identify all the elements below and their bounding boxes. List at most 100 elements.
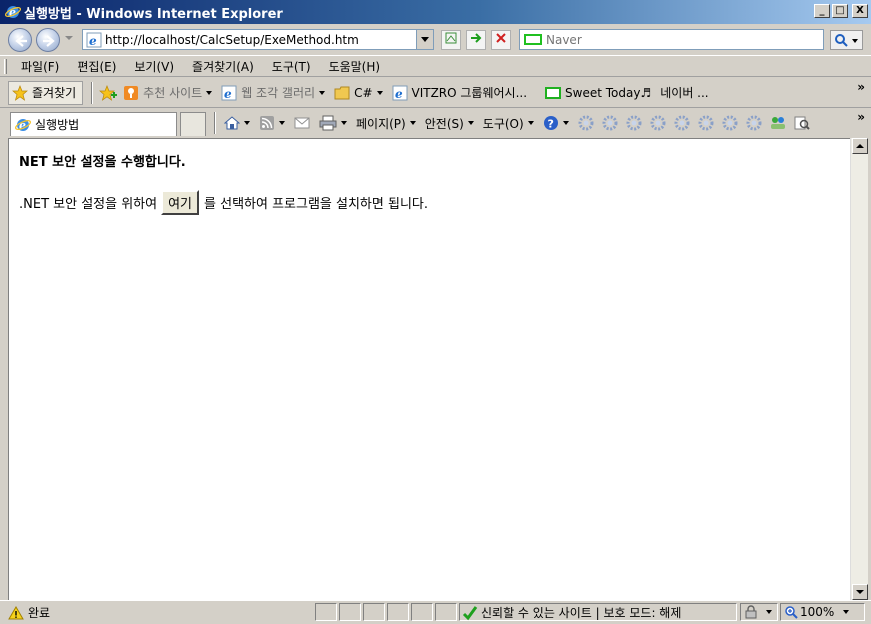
toolbar-grip — [4, 59, 7, 74]
instruction-line: .NET 보안 설정을 위하여 여기 를 선택하여 프로그램을 설치하면 됩니다… — [19, 190, 428, 215]
tab-active[interactable]: e 실행방법 — [10, 112, 177, 136]
favorites-label: 즐겨찾기 — [32, 86, 77, 100]
favorites-button[interactable]: 즐겨찾기 — [8, 80, 84, 105]
title-bar: e 실행방법 - Windows Internet Explorer _ □ X — [0, 0, 871, 24]
compatibility-view-button[interactable] — [441, 30, 461, 50]
stop-button[interactable] — [491, 30, 511, 50]
menu-favorites[interactable]: 즐겨찾기(A) — [183, 58, 263, 75]
printer-icon — [319, 115, 337, 131]
svg-text:?: ? — [547, 118, 553, 131]
menu-tools[interactable]: 도구(T) — [263, 58, 320, 75]
install-here-button[interactable]: 여기 — [161, 190, 200, 215]
add-favorite-icon[interactable] — [99, 84, 118, 101]
search-options-dropdown-icon[interactable] — [852, 39, 858, 43]
new-tab-button[interactable] — [180, 112, 206, 136]
url-input[interactable] — [105, 32, 405, 47]
search-box[interactable] — [519, 29, 824, 50]
gear-icon[interactable] — [650, 115, 666, 131]
page-heading: NET 보안 설정을 수행합니다. — [19, 155, 186, 170]
zoom-control[interactable]: 100% — [780, 603, 865, 621]
fav-suggested-sites[interactable]: 추천 사이트 — [123, 84, 213, 101]
address-row: e — [0, 24, 871, 55]
search-input[interactable] — [546, 32, 816, 47]
status-cell — [435, 603, 457, 621]
gear-icon[interactable] — [626, 115, 642, 131]
menu-help[interactable]: 도움말(H) — [320, 58, 390, 75]
gear-icon[interactable] — [746, 115, 762, 131]
favorites-overflow-chevron[interactable]: » — [857, 80, 865, 94]
zoom-level: 100% — [800, 605, 835, 619]
fav-vitzro[interactable]: e VITZRO 그룹웨어시... — [392, 84, 527, 101]
status-cell — [387, 603, 409, 621]
menu-edit[interactable]: 편집(E) — [68, 58, 125, 75]
status-cell — [411, 603, 433, 621]
ie-logo-icon: e — [5, 6, 21, 19]
go-button[interactable] — [466, 30, 486, 50]
separator — [91, 81, 94, 104]
search-button[interactable] — [830, 30, 863, 50]
history-dropdown-icon[interactable] — [65, 36, 73, 40]
page-menu-button[interactable]: 페이지(P) — [356, 115, 416, 132]
close-button[interactable]: X — [852, 4, 868, 18]
page-content: NET 보안 설정을 수행합니다. .NET 보안 설정을 위하여 여기 를 선… — [8, 138, 850, 600]
fav-folder-csharp[interactable]: C# — [334, 85, 383, 101]
research-icon[interactable] — [794, 115, 810, 131]
command-bar: 페이지(P) 안전(S) 도구(O) ? — [214, 110, 818, 136]
forward-button[interactable] — [36, 28, 60, 52]
tab-title: 실행방법 — [35, 118, 80, 132]
status-cell — [315, 603, 337, 621]
ie-page-icon: e — [392, 85, 407, 101]
zoom-icon — [785, 606, 798, 619]
status-cell — [339, 603, 361, 621]
mail-icon — [294, 117, 310, 129]
home-icon — [224, 116, 240, 130]
svg-text:e: e — [395, 87, 403, 101]
gear-icon[interactable] — [698, 115, 714, 131]
feeds-button[interactable] — [259, 115, 285, 131]
suggested-sites-icon — [124, 85, 139, 100]
back-button[interactable] — [8, 28, 32, 52]
compatibility-icon — [445, 32, 457, 44]
search-icon — [835, 34, 848, 47]
dropdown-icon — [766, 610, 772, 614]
command-bar-overflow-chevron[interactable]: » — [857, 110, 865, 124]
naver-icon — [524, 34, 542, 45]
popup-blocker-cell[interactable] — [740, 603, 778, 621]
scroll-up-button[interactable] — [852, 138, 868, 154]
status-area: 완료 — [8, 604, 50, 621]
gear-icon[interactable] — [578, 115, 594, 131]
fav-naver[interactable]: 네이버 ... — [660, 84, 708, 101]
menu-bar: 파일(F) 편집(E) 보기(V) 즐겨찾기(A) 도구(T) 도움말(H) — [0, 55, 871, 77]
fav-web-slice-gallery[interactable]: e 웹 조각 갤러리 — [221, 84, 326, 101]
address-bar[interactable]: e — [82, 29, 434, 50]
gear-icon[interactable] — [602, 115, 618, 131]
maximize-button[interactable]: □ — [832, 4, 848, 18]
forward-arrow-icon — [43, 35, 55, 47]
fav-sweet-today[interactable]: Sweet Today♬ — [545, 86, 651, 100]
go-arrow-icon — [471, 33, 482, 43]
print-button[interactable] — [319, 115, 347, 131]
vertical-scrollbar[interactable] — [850, 138, 868, 600]
help-button[interactable]: ? — [543, 115, 569, 131]
menu-file[interactable]: 파일(F) — [12, 58, 68, 75]
read-mail-button[interactable] — [294, 116, 310, 130]
home-button[interactable] — [224, 115, 250, 131]
status-bar: 완료 신뢰할 수 있는 사이트 | 보호 모드: 해제 100% — [0, 600, 871, 624]
menu-view[interactable]: 보기(V) — [125, 58, 183, 75]
scroll-down-button[interactable] — [852, 584, 868, 600]
ie-page-icon: e — [15, 118, 31, 132]
stop-x-icon — [496, 33, 506, 43]
url-dropdown-button[interactable] — [416, 30, 433, 49]
zoom-dropdown-icon — [843, 610, 849, 614]
window-controls: _ □ X — [814, 4, 868, 18]
tools-menu-button[interactable]: 도구(O) — [483, 115, 534, 132]
gear-icon[interactable] — [722, 115, 738, 131]
folder-icon — [334, 86, 350, 99]
separator — [214, 112, 216, 134]
safety-menu-button[interactable]: 안전(S) — [425, 115, 474, 132]
messenger-icon[interactable] — [770, 115, 786, 131]
minimize-button[interactable]: _ — [814, 4, 830, 18]
favorites-bar: 즐겨찾기 추천 사이트 e 웹 조각 갤러리 C# e VITZRO 그룹웨어시… — [0, 78, 871, 108]
svg-text:e: e — [224, 87, 232, 101]
gear-icon[interactable] — [674, 115, 690, 131]
